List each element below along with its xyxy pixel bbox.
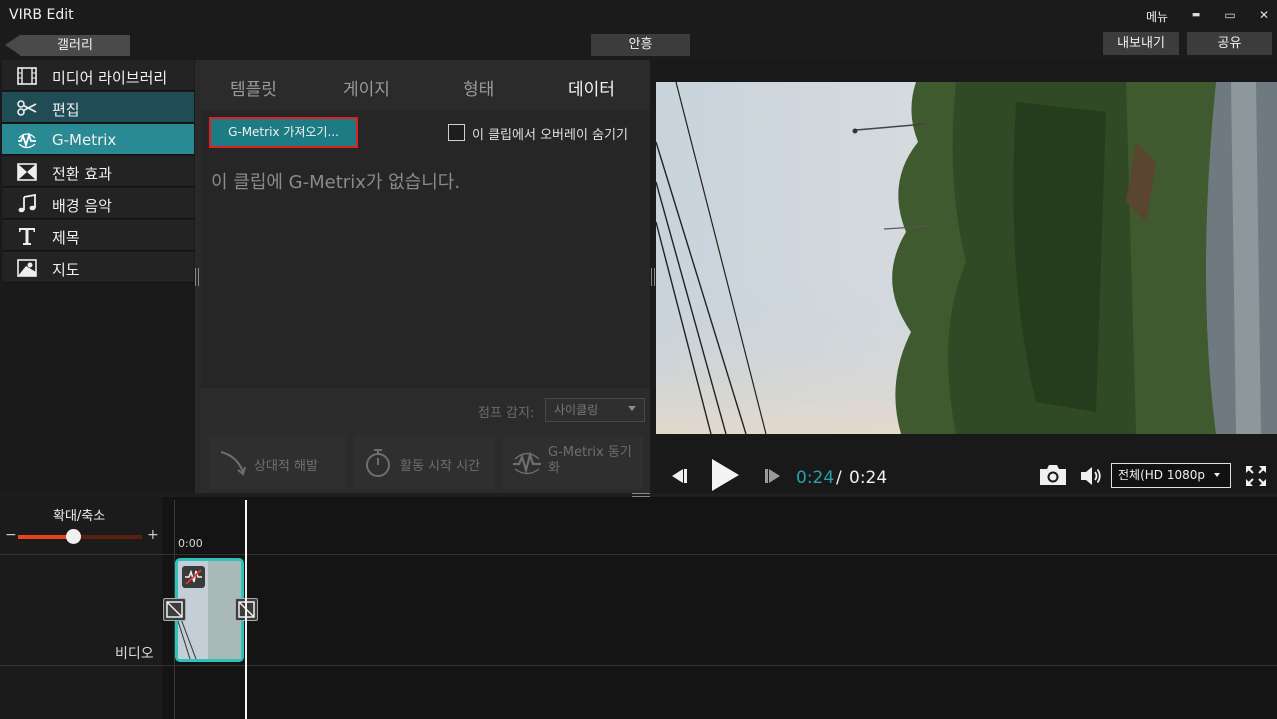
export-button[interactable]: 내보내기	[1103, 32, 1179, 55]
chevron-down-icon[interactable]	[1214, 473, 1220, 477]
sidebar-item-transitions[interactable]: 전환 효과	[2, 156, 194, 187]
relative-elevation-button[interactable]: 상대적 해발	[209, 436, 346, 490]
stopwatch-icon	[366, 449, 390, 477]
tab-bar: 템플릿 게이지 형태 데이터	[201, 60, 650, 110]
playhead[interactable]	[245, 500, 247, 719]
project-title[interactable]: 안흥	[591, 34, 690, 56]
sidebar-item-edit[interactable]: 편집	[2, 92, 194, 123]
step-back-icon[interactable]	[668, 466, 690, 486]
fullscreen-icon[interactable]	[1244, 464, 1268, 488]
track-divider	[0, 665, 1277, 666]
track-divider	[0, 554, 1277, 555]
empty-message: 이 클립에 G-Metrix가 없습니다.	[211, 172, 461, 193]
chevron-down-icon[interactable]	[628, 406, 636, 411]
quality-select[interactable]: 전체(HD 1080p	[1111, 463, 1231, 488]
back-arrow-icon[interactable]	[5, 35, 20, 55]
app-title: VIRB Edit	[9, 7, 74, 23]
sidebar-item-label: 미디어 라이브러리	[52, 69, 168, 87]
title-t-icon	[19, 228, 35, 245]
sidebar-item-label: 전환 효과	[52, 165, 112, 183]
sidebar-item-gmetrix[interactable]: G-Metrix	[2, 124, 194, 155]
camera-icon[interactable]	[1038, 463, 1068, 487]
zoom-out-button[interactable]: −	[5, 527, 17, 543]
zoom-slider-thumb[interactable]	[66, 529, 81, 544]
tab-shape[interactable]: 형태	[463, 75, 494, 100]
share-button[interactable]: 공유	[1187, 32, 1272, 55]
sidebar-item-map[interactable]: 지도	[2, 252, 194, 283]
timeline-ruler-label: 0:00	[178, 537, 203, 550]
gmetrix-sync-icon	[513, 451, 541, 475]
tab-data[interactable]: 데이터	[568, 75, 615, 100]
splitter-grip-icon[interactable]	[195, 268, 199, 286]
total-time: 0:24	[849, 468, 888, 488]
tab-gauge[interactable]: 게이지	[343, 75, 390, 100]
gmetrix-sync-button[interactable]: G-Metrix 동기화	[503, 436, 643, 490]
sidebar-item-label: G-Metrix	[52, 131, 117, 149]
splitter-grip-icon[interactable]	[651, 268, 655, 286]
activity-start-time-button[interactable]: 활동 시작 시간	[354, 436, 495, 490]
transition-icon	[17, 163, 37, 181]
action-label: G-Metrix 동기화	[548, 445, 632, 476]
hide-overlay-checkbox[interactable]	[448, 124, 465, 141]
video-frame-image	[656, 82, 1277, 434]
sidebar-item-label: 배경 음악	[52, 197, 112, 215]
title-bar	[0, 0, 1277, 30]
sidebar-item-label: 제목	[52, 229, 80, 247]
sidebar-item-music[interactable]: 배경 음악	[2, 188, 194, 219]
gmetrix-badge-icon	[182, 566, 205, 588]
zoom-panel	[0, 497, 162, 719]
menu-button[interactable]: 메뉴	[1146, 8, 1168, 25]
transition-in-icon[interactable]	[163, 598, 186, 621]
import-gmetrix-button[interactable]: G-Metrix 가져오기...	[209, 117, 358, 148]
zoom-label: 확대/축소	[53, 509, 106, 524]
quality-value: 전체(HD 1080p	[1118, 468, 1205, 482]
play-icon[interactable]	[709, 457, 741, 493]
sidebar-item-label: 지도	[52, 261, 80, 279]
maximize-icon[interactable]: ▭	[1220, 5, 1240, 25]
sidebar-item-media-library[interactable]: 미디어 라이브러리	[2, 60, 194, 91]
zoom-in-button[interactable]: +	[147, 527, 159, 543]
close-icon[interactable]: ✕	[1254, 5, 1274, 25]
volume-icon[interactable]	[1079, 465, 1103, 487]
time-separator: /	[836, 468, 842, 488]
current-time: 0:24	[796, 468, 835, 488]
music-note-icon	[18, 193, 36, 213]
step-forward-icon[interactable]	[762, 466, 784, 486]
scissors-icon	[17, 100, 37, 116]
action-label: 활동 시작 시간	[400, 459, 481, 474]
map-icon	[17, 259, 37, 277]
sidebar-item-label: 편집	[52, 101, 80, 119]
jump-detect-value: 사이클링	[554, 403, 599, 417]
tab-template[interactable]: 템플릿	[230, 75, 277, 100]
elevation-icon	[220, 451, 246, 476]
hide-overlay-label[interactable]: 이 클립에서 오버레이 숨기기	[472, 124, 628, 143]
video-frame[interactable]	[656, 82, 1277, 434]
film-icon	[17, 67, 37, 85]
data-content-area	[201, 110, 650, 388]
video-track-label: 비디오	[115, 646, 154, 662]
jump-detect-label: 점프 감지:	[478, 406, 535, 421]
gmetrix-icon	[18, 132, 36, 149]
sidebar: 미디어 라이브러리 편집 G-Metrix 전환 효과 배경 음악 제목 지도	[0, 60, 195, 493]
sidebar-item-title[interactable]: 제목	[2, 220, 194, 251]
action-label: 상대적 해발	[254, 459, 318, 474]
gallery-button[interactable]: 갤러리	[20, 35, 130, 56]
minimize-icon[interactable]: ▬	[1186, 5, 1206, 25]
